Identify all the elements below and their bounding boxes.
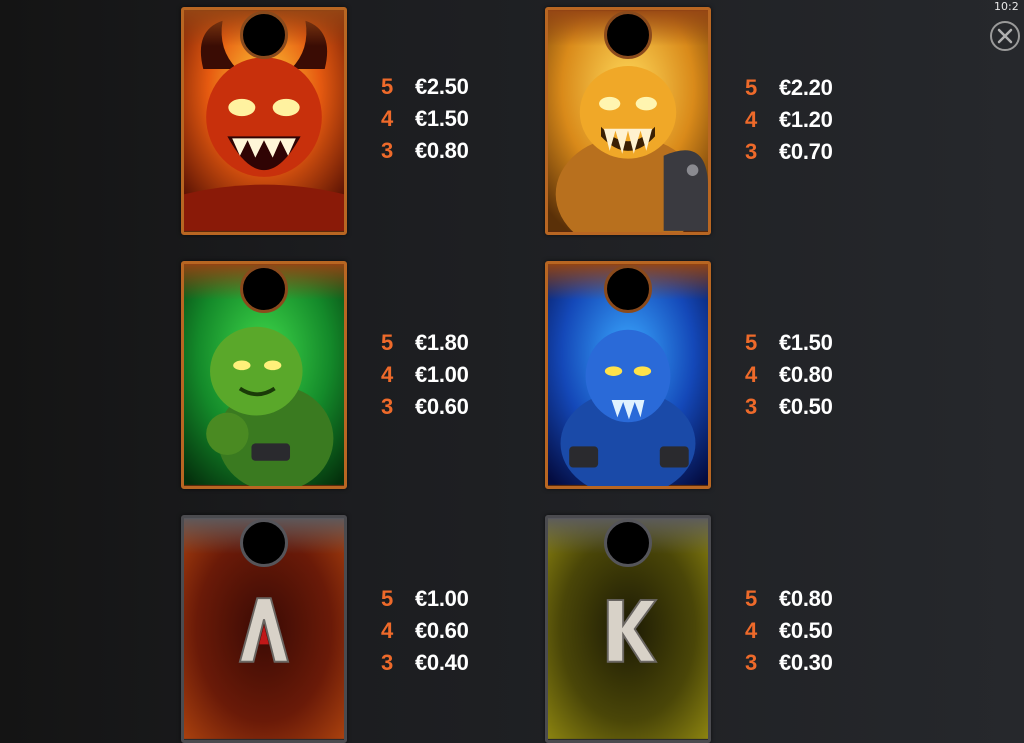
pay-row: 3 €0.50 [745, 394, 833, 419]
close-button[interactable] [990, 21, 1020, 51]
pay-row: 4 €0.50 [745, 618, 833, 643]
reel-hole [604, 11, 652, 59]
paytable-red-demon: 5 €2.50 4 €1.50 3 €0.80 [381, 71, 501, 167]
paytable-green-goblin: 5 €1.80 4 €1.00 3 €0.60 [381, 327, 501, 423]
symbol-card-yellow-demon [545, 7, 711, 235]
symbol-card-letter-a [181, 515, 347, 743]
pay-row: 5 €1.80 [381, 330, 469, 355]
pay-row: 3 €0.30 [745, 650, 833, 675]
paytable-letter-a: 5 €1.00 4 €0.60 3 €0.40 [381, 583, 501, 679]
symbol-card-letter-k [545, 515, 711, 743]
pay-row: 4 €1.20 [745, 107, 833, 132]
reel-hole [240, 519, 288, 567]
reel-hole [604, 265, 652, 313]
symbol-card-blue-goblin [545, 261, 711, 489]
reel-hole [604, 519, 652, 567]
pay-row: 4 €0.60 [381, 618, 469, 643]
pay-row: 4 €1.00 [381, 362, 469, 387]
pay-row: 5 €2.50 [381, 74, 469, 99]
pay-row: 4 €1.50 [381, 106, 469, 131]
pay-row: 3 €0.60 [381, 394, 469, 419]
pay-row: 5 €1.00 [381, 586, 469, 611]
paytable-yellow-demon: 5 €2.20 4 €1.20 3 €0.70 [745, 72, 865, 168]
pay-row: 3 €0.80 [381, 138, 469, 163]
paytable-blue-goblin: 5 €1.50 4 €0.80 3 €0.50 [745, 327, 865, 423]
close-icon [997, 28, 1013, 44]
symbol-card-green-goblin [181, 261, 347, 489]
pay-row: 5 €0.80 [745, 586, 833, 611]
reel-hole [240, 11, 288, 59]
pay-row: 4 €0.80 [745, 362, 833, 387]
pay-row: 5 €1.50 [745, 330, 833, 355]
pay-row: 3 €0.70 [745, 139, 833, 164]
clock: 10:2 [994, 0, 1019, 13]
pay-row: 5 €2.20 [745, 75, 833, 100]
symbol-card-red-demon [181, 7, 347, 235]
reel-hole [240, 265, 288, 313]
paytable-letter-k: 5 €0.80 4 €0.50 3 €0.30 [745, 583, 865, 679]
pay-row: 3 €0.40 [381, 650, 469, 675]
